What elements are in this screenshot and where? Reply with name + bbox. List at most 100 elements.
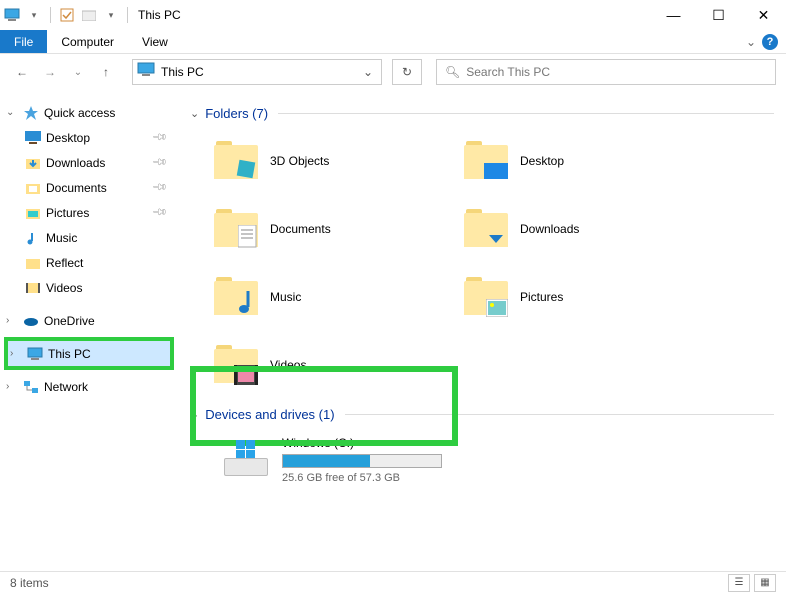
sidebar-item-onedrive[interactable]: › OneDrive: [0, 308, 178, 333]
sidebar-item-label: Network: [44, 380, 88, 394]
minimize-button[interactable]: —: [651, 0, 696, 30]
search-input[interactable]: 🔍︎ Search This PC: [436, 59, 776, 85]
chevron-right-icon[interactable]: ›: [10, 348, 22, 359]
sidebar-item-label: Music: [46, 231, 77, 245]
up-button[interactable]: ↑: [94, 60, 118, 84]
navigation-bar: ← → ⌄ ↑ This PC ⌄ ↻ 🔍︎ Search This PC: [0, 54, 786, 90]
sidebar-item-music[interactable]: Music: [0, 225, 178, 250]
drive-icon: [224, 436, 268, 480]
folder-label: Documents: [270, 222, 331, 236]
videos-icon: [24, 282, 42, 294]
chevron-down-icon[interactable]: ▾: [103, 7, 119, 23]
folder-icon: [464, 207, 508, 251]
item-count: 8 items: [10, 576, 49, 590]
star-icon: [22, 105, 40, 121]
quick-access-toolbar: ▾ ▾: [4, 7, 130, 23]
forward-button[interactable]: →: [38, 60, 62, 84]
chevron-right-icon[interactable]: ›: [6, 315, 18, 326]
back-button[interactable]: ←: [10, 60, 34, 84]
music-icon: [24, 231, 42, 245]
chevron-down-icon[interactable]: ⌄: [6, 107, 18, 118]
sidebar-item-label: Downloads: [46, 156, 105, 170]
chevron-right-icon[interactable]: ›: [6, 381, 18, 392]
address-bar[interactable]: This PC ⌄: [132, 59, 382, 85]
pin-icon: 📌︎: [151, 129, 168, 146]
sidebar-item-downloads[interactable]: Downloads 📌︎: [0, 150, 178, 175]
section-header-folders[interactable]: ⌄ Folders (7): [190, 106, 774, 121]
folder-documents[interactable]: Documents: [214, 195, 464, 263]
network-icon: [22, 380, 40, 394]
sidebar-item-label: Documents: [46, 181, 107, 195]
title-bar: ▾ ▾ This PC — ☐ ✕: [0, 0, 786, 30]
folder-label: Desktop: [520, 154, 564, 168]
recent-locations-button[interactable]: ⌄: [66, 60, 90, 84]
icons-view-button[interactable]: ▦: [754, 574, 776, 592]
folder-icon: [24, 257, 42, 269]
sidebar-item-label: Quick access: [44, 106, 115, 120]
folder-downloads[interactable]: Downloads: [464, 195, 714, 263]
highlight-annotation: [190, 366, 458, 446]
pin-icon: 📌︎: [151, 204, 168, 221]
close-button[interactable]: ✕: [741, 0, 786, 30]
sidebar-item-desktop[interactable]: Desktop 📌︎: [0, 125, 178, 150]
maximize-button[interactable]: ☐: [696, 0, 741, 30]
chevron-down-icon: ⌄: [190, 107, 199, 120]
properties-icon[interactable]: [59, 7, 75, 23]
sidebar-item-label: Reflect: [46, 256, 83, 270]
folder-3d-objects[interactable]: 3D Objects: [214, 127, 464, 195]
section-title: Folders (7): [205, 106, 268, 121]
address-dropdown-icon[interactable]: ⌄: [355, 65, 381, 79]
sidebar-item-this-pc[interactable]: › This PC: [8, 341, 170, 366]
sidebar-item-label: OneDrive: [44, 314, 95, 328]
refresh-button[interactable]: ↻: [392, 59, 422, 85]
folder-desktop[interactable]: Desktop: [464, 127, 714, 195]
sidebar-item-videos[interactable]: Videos: [0, 275, 178, 300]
documents-icon: [24, 181, 42, 195]
pc-icon: [137, 62, 157, 82]
tab-file[interactable]: File: [0, 30, 47, 53]
highlight-annotation: › This PC: [4, 337, 174, 370]
folder-pictures[interactable]: Pictures: [464, 263, 714, 331]
drive-usage-bar: [282, 454, 442, 468]
sidebar-item-pictures[interactable]: Pictures 📌︎: [0, 200, 178, 225]
details-view-button[interactable]: ☰: [728, 574, 750, 592]
pin-icon: 📌︎: [151, 179, 168, 196]
folder-music[interactable]: Music: [214, 263, 464, 331]
folder-icon: [214, 275, 258, 319]
ribbon-tabs: File Computer View ⌄ ?: [0, 30, 786, 54]
search-placeholder: Search This PC: [466, 65, 550, 79]
folder-icon: [464, 139, 508, 183]
sidebar-item-network[interactable]: › Network: [0, 374, 178, 399]
separator: [127, 7, 128, 23]
address-text: This PC: [161, 65, 204, 79]
sidebar-item-label: Desktop: [46, 131, 90, 145]
folder-icon: [464, 275, 508, 319]
help-icon[interactable]: ?: [762, 34, 778, 50]
pc-icon: [26, 347, 44, 361]
pc-icon: [4, 7, 20, 23]
search-icon: 🔍︎: [445, 65, 460, 79]
sidebar-item-label: Videos: [46, 281, 82, 295]
navigation-pane: ⌄ Quick access Desktop 📌︎ Downloads 📌︎ D…: [0, 90, 178, 571]
ribbon-expand-icon[interactable]: ⌄: [746, 35, 756, 49]
folder-label: Pictures: [520, 290, 563, 304]
chevron-down-icon[interactable]: ▾: [26, 7, 42, 23]
sidebar-item-documents[interactable]: Documents 📌︎: [0, 175, 178, 200]
folder-icon: [214, 207, 258, 251]
pictures-icon: [24, 206, 42, 220]
desktop-icon: [24, 131, 42, 145]
sidebar-item-quick-access[interactable]: ⌄ Quick access: [0, 100, 178, 125]
sidebar-item-reflect[interactable]: Reflect: [0, 250, 178, 275]
separator: [50, 7, 51, 23]
folder-icon: [214, 139, 258, 183]
drive-stats: 25.6 GB free of 57.3 GB: [282, 472, 442, 484]
folder-label: Downloads: [520, 222, 579, 236]
window-title: This PC: [138, 8, 181, 22]
new-folder-icon[interactable]: [81, 7, 97, 23]
cloud-icon: [22, 315, 40, 327]
tab-computer[interactable]: Computer: [47, 30, 128, 53]
content-pane: ⌄ Folders (7) 3D Objects Desktop Documen…: [178, 90, 786, 571]
downloads-icon: [24, 156, 42, 170]
tab-view[interactable]: View: [128, 30, 182, 53]
sidebar-item-label: This PC: [48, 347, 91, 361]
